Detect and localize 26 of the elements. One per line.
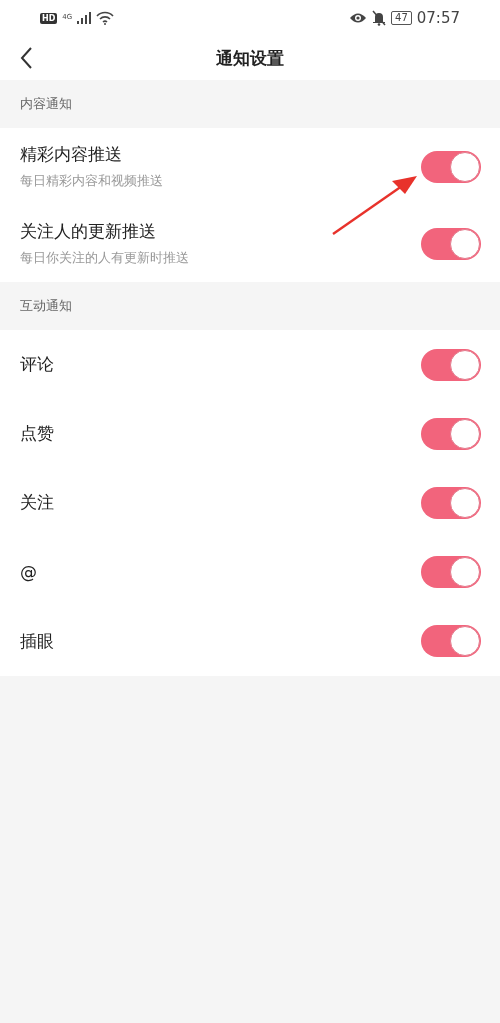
section-header: 互动通知 xyxy=(20,297,72,315)
status-time: 07:57 xyxy=(416,9,460,27)
hd-icon: HD xyxy=(40,12,58,24)
setting-label: @ xyxy=(20,562,37,583)
page-title: 通知设置 xyxy=(216,46,284,70)
wifi-icon xyxy=(96,11,115,25)
toggle-switch[interactable] xyxy=(421,417,481,450)
setting-label: 点赞 xyxy=(20,422,54,446)
toggle-switch[interactable] xyxy=(421,486,481,519)
section-header: 内容通知 xyxy=(20,95,72,113)
setting-label: 关注人的更新推送 xyxy=(20,220,157,243)
bell-off-icon xyxy=(372,10,387,26)
toggle-switch[interactable] xyxy=(421,348,481,381)
setting-label: 评论 xyxy=(20,353,54,377)
setting-label: 关注 xyxy=(20,491,54,515)
toggle-switch[interactable] xyxy=(421,625,481,658)
setting-label: 精彩内容推送 xyxy=(20,143,123,166)
toggle-switch[interactable] xyxy=(421,556,481,589)
eye-icon xyxy=(349,12,368,24)
battery-indicator: 47 xyxy=(391,11,412,25)
setting-description: 每日精彩内容和视频推送 xyxy=(20,172,163,190)
toggle-switch[interactable] xyxy=(421,227,481,260)
setting-description: 每日你关注的人有更新时推送 xyxy=(20,249,189,267)
toggle-switch[interactable] xyxy=(421,150,481,183)
signal-icon xyxy=(77,12,92,24)
setting-label: 插眼 xyxy=(20,629,54,653)
